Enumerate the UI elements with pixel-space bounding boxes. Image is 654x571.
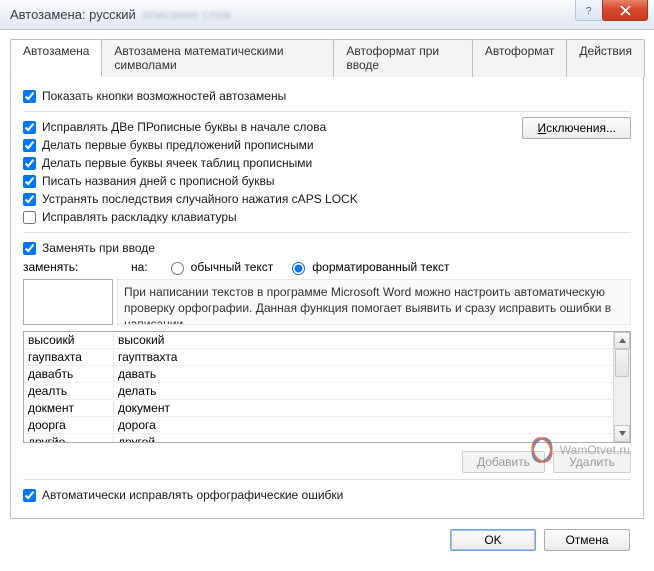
svg-text:?: ? bbox=[586, 6, 592, 15]
cell-right: делать bbox=[114, 384, 613, 398]
chevron-down-icon bbox=[619, 431, 626, 436]
with-label: на: bbox=[131, 260, 148, 274]
radio-label: форматированный текст bbox=[312, 260, 449, 274]
separator bbox=[23, 479, 631, 480]
dialog-footer: OK Отмена bbox=[10, 519, 644, 561]
table-row[interactable]: давабтьдавать bbox=[24, 366, 613, 383]
replace-header-row: заменять: на: обычный текст форматирован… bbox=[23, 257, 631, 279]
table-row[interactable]: докментдокумент bbox=[24, 400, 613, 417]
tab-autoformat[interactable]: Автоформат bbox=[472, 39, 568, 77]
option-sentence-caps: Делать первые буквы предложений прописны… bbox=[23, 136, 631, 154]
tab-label: Действия bbox=[579, 44, 632, 58]
separator bbox=[23, 111, 631, 112]
checkbox-caps-lock[interactable] bbox=[23, 193, 36, 206]
table-body[interactable]: высоикйвысокий гаупвахтагауптвахта даваб… bbox=[24, 332, 613, 442]
checkbox-sentence-caps[interactable] bbox=[23, 139, 36, 152]
table-row[interactable]: деалтьделать bbox=[24, 383, 613, 400]
checkbox-day-caps[interactable] bbox=[23, 175, 36, 188]
table-row[interactable]: другйодругой bbox=[24, 434, 613, 442]
cell-right: гауптвахта bbox=[114, 350, 613, 364]
cell-right: документ bbox=[114, 401, 613, 415]
checkbox-label: Показать кнопки возможностей автозамены bbox=[42, 89, 286, 103]
radio-formatted-input[interactable] bbox=[292, 262, 305, 275]
cell-wrong: давабть bbox=[24, 367, 114, 381]
checkbox-table-caps[interactable] bbox=[23, 157, 36, 170]
radio-plain-text[interactable]: обычный текст bbox=[166, 259, 274, 275]
checkbox-label: Делать первые буквы ячеек таблиц прописн… bbox=[42, 156, 312, 170]
dialog-content: Автозамена Автозамена математическими си… bbox=[0, 30, 654, 571]
tab-autoformat-typing[interactable]: Автоформат при вводе bbox=[333, 39, 473, 77]
cell-right: высокий bbox=[114, 333, 613, 347]
checkbox-show-buttons[interactable] bbox=[23, 90, 36, 103]
table-actions: Добавить Удалить bbox=[23, 451, 631, 473]
scroll-up-button[interactable] bbox=[614, 332, 630, 349]
tab-panel: Показать кнопки возможностей автозамены … bbox=[10, 77, 644, 519]
checkbox-label: Заменять при вводе bbox=[42, 241, 155, 255]
cell-wrong: другйо bbox=[24, 435, 114, 442]
window-controls: ? bbox=[576, 0, 648, 21]
checkbox-replace-on-type[interactable] bbox=[23, 242, 36, 255]
tab-label: Автозамена математическими символами bbox=[114, 44, 283, 72]
cell-wrong: деалть bbox=[24, 384, 114, 398]
table-row[interactable]: высоикйвысокий bbox=[24, 332, 613, 349]
tab-label: Автоформат bbox=[485, 44, 555, 58]
tabstrip: Автозамена Автозамена математическими си… bbox=[10, 38, 644, 77]
window-title-blurred: описание слов bbox=[142, 7, 231, 22]
format-radiogroup: обычный текст форматированный текст bbox=[166, 259, 450, 275]
cell-wrong: докмент bbox=[24, 401, 114, 415]
radio-label: обычный текст bbox=[191, 260, 274, 274]
option-auto-spellfix: Автоматически исправлять орфографические… bbox=[23, 486, 631, 504]
checkbox-two-caps[interactable] bbox=[23, 121, 36, 134]
scroll-down-button[interactable] bbox=[614, 425, 630, 442]
checkbox-label: Устранять последствия случайного нажатия… bbox=[42, 192, 358, 206]
radio-plain-input[interactable] bbox=[171, 262, 184, 275]
with-preview: При написании текстов в программе Micros… bbox=[117, 279, 631, 325]
cell-right: давать bbox=[114, 367, 613, 381]
tab-math-autocorrect[interactable]: Автозамена математическими символами bbox=[101, 39, 334, 77]
table-row[interactable]: дооргадорога bbox=[24, 417, 613, 434]
titlebar: Автозамена: русский описание слов ? bbox=[0, 0, 654, 30]
option-show-buttons: Показать кнопки возможностей автозамены bbox=[23, 87, 631, 105]
delete-button[interactable]: Удалить bbox=[553, 451, 631, 473]
close-button[interactable] bbox=[602, 0, 648, 21]
replace-inputs-row: При написании текстов в программе Micros… bbox=[23, 279, 631, 325]
tab-actions[interactable]: Действия bbox=[566, 39, 645, 77]
tab-autocorrect[interactable]: Автозамена bbox=[10, 39, 102, 77]
checkbox-keyboard-layout[interactable] bbox=[23, 211, 36, 224]
scroll-track[interactable] bbox=[614, 349, 630, 425]
table-row[interactable]: гаупвахтагауптвахта bbox=[24, 349, 613, 366]
scroll-thumb[interactable] bbox=[615, 349, 629, 377]
add-button[interactable]: Добавить bbox=[462, 451, 545, 473]
option-day-caps: Писать названия дней с прописной буквы bbox=[23, 172, 631, 190]
checkbox-label: Исправлять раскладку клавиатуры bbox=[42, 210, 237, 224]
cell-wrong: гаупвахта bbox=[24, 350, 114, 364]
checkbox-label: Писать названия дней с прописной буквы bbox=[42, 174, 274, 188]
checkbox-label: Делать первые буквы предложений прописны… bbox=[42, 138, 314, 152]
option-keyboard-layout: Исправлять раскладку клавиатуры bbox=[23, 208, 631, 226]
cell-right: другой bbox=[114, 435, 613, 442]
window-title: Автозамена: русский bbox=[10, 7, 136, 22]
replace-input[interactable] bbox=[23, 279, 113, 325]
cell-wrong: доорга bbox=[24, 418, 114, 432]
checkbox-label: Исправлять ДВе ПРописные буквы в начале … bbox=[42, 120, 326, 134]
button-label-rest: сключения... bbox=[546, 121, 616, 135]
tab-label: Автоформат при вводе bbox=[346, 44, 439, 72]
chevron-up-icon bbox=[619, 338, 626, 343]
cell-right: дорога bbox=[114, 418, 613, 432]
separator bbox=[23, 232, 631, 233]
table-scrollbar[interactable] bbox=[613, 332, 630, 442]
cancel-button[interactable]: Отмена bbox=[544, 529, 630, 551]
option-caps-lock: Устранять последствия случайного нажатия… bbox=[23, 190, 631, 208]
autocorrect-table: высоикйвысокий гаупвахтагауптвахта даваб… bbox=[23, 331, 631, 443]
radio-formatted-text[interactable]: форматированный текст bbox=[287, 259, 449, 275]
help-button[interactable]: ? bbox=[575, 0, 603, 21]
option-two-caps: Исправлять ДВе ПРописные буквы в начале … bbox=[23, 118, 631, 136]
ok-button[interactable]: OK bbox=[450, 529, 536, 551]
cell-wrong: высоикй bbox=[24, 333, 114, 347]
tab-label: Автозамена bbox=[23, 44, 89, 58]
option-table-caps: Делать первые буквы ячеек таблиц прописн… bbox=[23, 154, 631, 172]
option-replace-on-type: Заменять при вводе bbox=[23, 239, 631, 257]
replace-label: заменять: bbox=[23, 260, 113, 274]
